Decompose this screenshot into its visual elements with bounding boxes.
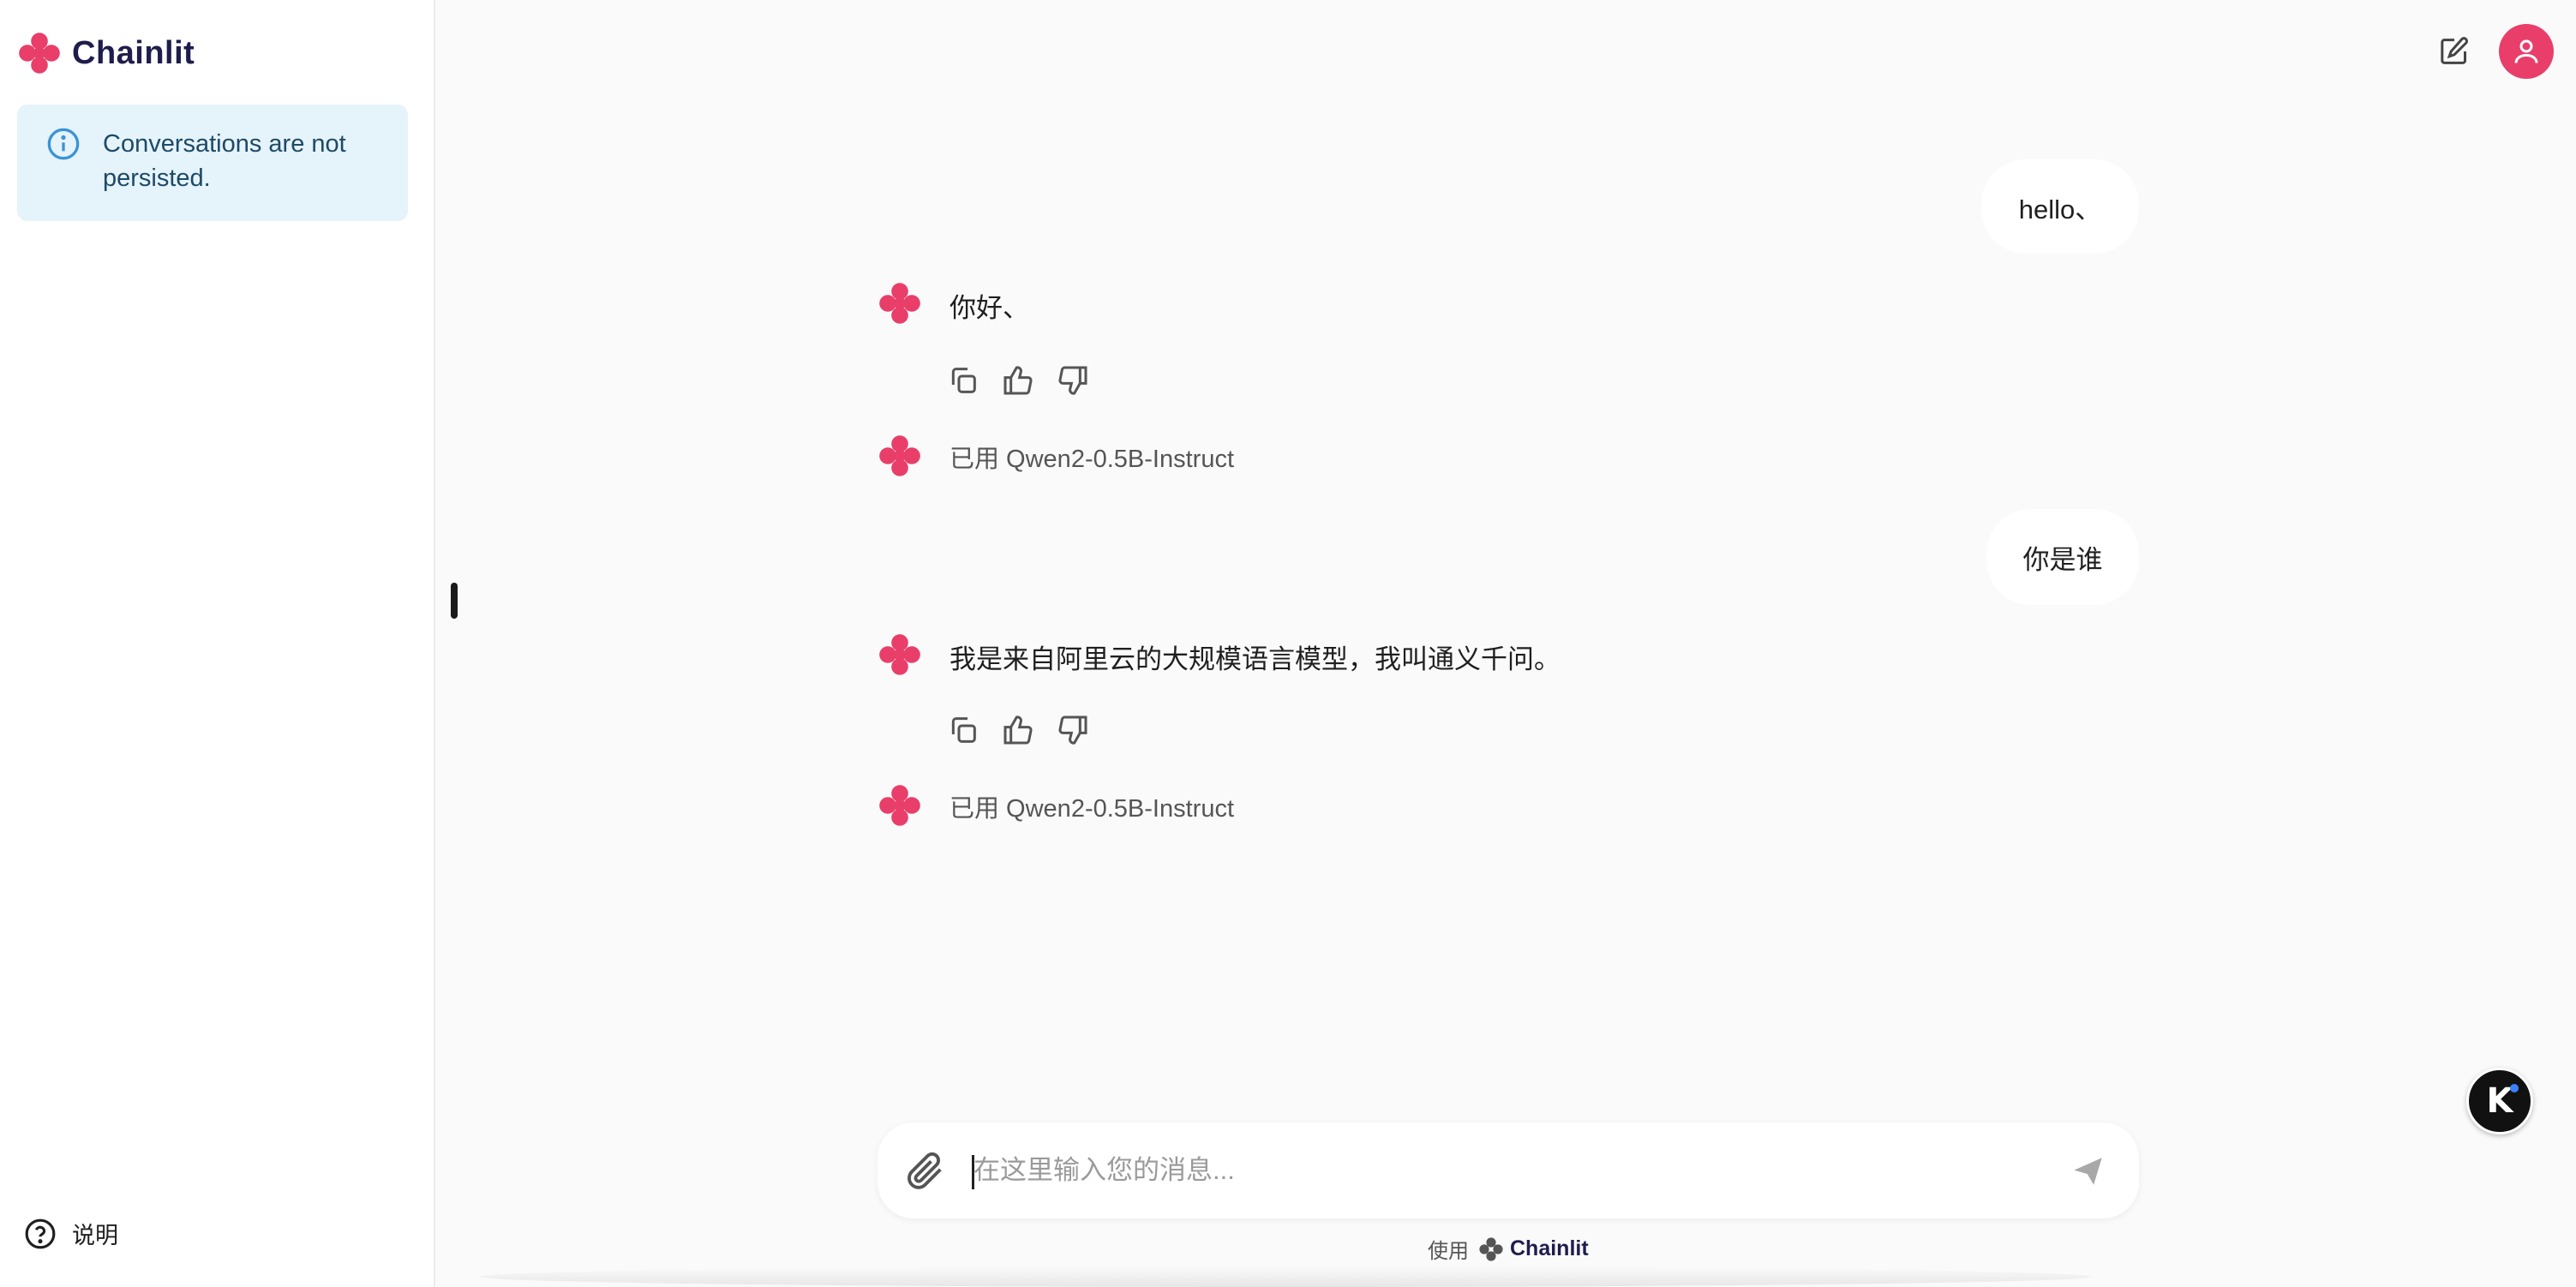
- chainlit-logo-icon: [1479, 1236, 1503, 1261]
- thumbs-up-icon[interactable]: [1001, 713, 1035, 747]
- assistant-avatar-icon: [879, 634, 920, 675]
- thumbs-down-icon[interactable]: [1056, 363, 1090, 398]
- send-icon[interactable]: [2070, 1153, 2106, 1189]
- help-button[interactable]: 说明: [24, 1217, 118, 1250]
- step-used-label[interactable]: 已用 Qwen2-0.5B-Instruct: [950, 439, 1234, 475]
- user-message-text: 你是谁: [2022, 544, 2103, 575]
- footer-brand: Chainlit: [1510, 1236, 1589, 1260]
- brand-name: Chainlit: [72, 34, 195, 71]
- thumbs-down-icon[interactable]: [1056, 713, 1090, 747]
- persistence-notice: Conversations are not persisted.: [17, 105, 408, 221]
- user-message: 你是谁: [1986, 509, 2139, 605]
- assistant-avatar-icon: [879, 435, 920, 476]
- user-avatar-button[interactable]: [2499, 24, 2554, 79]
- brand[interactable]: Chainlit: [15, 29, 195, 77]
- help-circle-icon: [25, 1218, 56, 1248]
- copy-icon[interactable]: [946, 363, 980, 398]
- assistant-message-text: 我是来自阿里云的大规模语言模型，我叫通义千问。: [950, 644, 1561, 674]
- chainlit-logo-icon: [19, 33, 60, 74]
- footer-credit[interactable]: 使用 Chainlit: [1428, 1234, 1589, 1264]
- widget-label: K: [2486, 1081, 2513, 1121]
- user-message-text: hello、: [2018, 194, 2102, 224]
- sidebar: Chainlit Conversations are not persisted…: [0, 0, 435, 1287]
- step-used-label[interactable]: 已用 Qwen2-0.5B-Instruct: [950, 788, 1234, 824]
- user-message: hello、: [1981, 159, 2139, 254]
- widget-status-dot: [2510, 1084, 2519, 1092]
- assistant-message-text: 你好、: [950, 293, 1029, 323]
- assistant-avatar-icon: [879, 283, 920, 324]
- copy-icon[interactable]: [946, 713, 980, 747]
- message-composer: [878, 1122, 2139, 1218]
- help-label: 说明: [72, 1223, 118, 1248]
- sidebar-resize-handle[interactable]: [451, 583, 458, 619]
- footer-prefix: 使用: [1428, 1240, 1469, 1263]
- assistant-avatar-icon: [879, 785, 920, 826]
- new-chat-edit-icon[interactable]: [2437, 34, 2471, 69]
- thumbs-up-icon[interactable]: [1001, 363, 1035, 398]
- user-icon: [2514, 39, 2538, 63]
- floating-widget-button[interactable]: K: [2466, 1068, 2533, 1134]
- notice-text: Conversations are not persisted.: [103, 130, 346, 192]
- bottom-shadow: [480, 1266, 2091, 1287]
- paperclip-icon[interactable]: [903, 1148, 948, 1193]
- message-input[interactable]: [973, 1143, 2002, 1198]
- info-icon: [47, 128, 80, 160]
